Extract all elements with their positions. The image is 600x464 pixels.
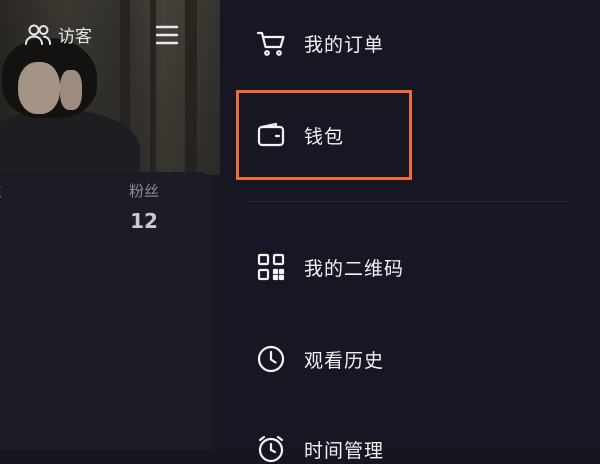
menu-divider bbox=[248, 201, 568, 202]
highlight-box bbox=[236, 90, 412, 180]
stat-label: 注 bbox=[0, 180, 14, 201]
hamburger-menu-icon[interactable] bbox=[155, 24, 179, 50]
stat-value: 2 bbox=[0, 209, 14, 233]
menu-item-watch-history[interactable]: 观看历史 bbox=[256, 344, 384, 374]
menu-item-time-management[interactable]: 时间管理 bbox=[256, 434, 384, 464]
stat-following[interactable]: 注 2 bbox=[0, 180, 14, 233]
profile-stats-card: 注 2 粉丝 12 bbox=[0, 172, 212, 450]
profile-top-bar: 访客 bbox=[0, 0, 220, 72]
people-icon bbox=[24, 23, 52, 47]
profile-panel: 访客 注 2 粉丝 12 bbox=[0, 0, 220, 450]
cart-icon bbox=[256, 28, 286, 58]
alarm-clock-icon bbox=[256, 434, 286, 464]
visitor-button[interactable]: 访客 bbox=[24, 22, 92, 47]
stat-label: 粉丝 bbox=[128, 182, 159, 200]
menu-item-label: 我的二维码 bbox=[304, 257, 405, 280]
qr-code-icon bbox=[256, 252, 286, 282]
stat-value: 12 bbox=[130, 209, 158, 233]
visitor-label: 访客 bbox=[58, 27, 92, 47]
menu-item-label: 我的订单 bbox=[304, 33, 385, 56]
menu-item-label: 时间管理 bbox=[304, 439, 385, 462]
clock-icon bbox=[256, 344, 286, 374]
stat-fans[interactable]: 粉丝 12 bbox=[118, 180, 170, 233]
menu-item-label: 观看历史 bbox=[304, 349, 385, 372]
side-drawer-menu: 我的订单 钱包 我的二维码 观看历史 时间管理 bbox=[220, 0, 600, 463]
menu-item-my-orders[interactable]: 我的订单 bbox=[256, 28, 384, 58]
menu-item-my-qr-code[interactable]: 我的二维码 bbox=[256, 252, 404, 282]
